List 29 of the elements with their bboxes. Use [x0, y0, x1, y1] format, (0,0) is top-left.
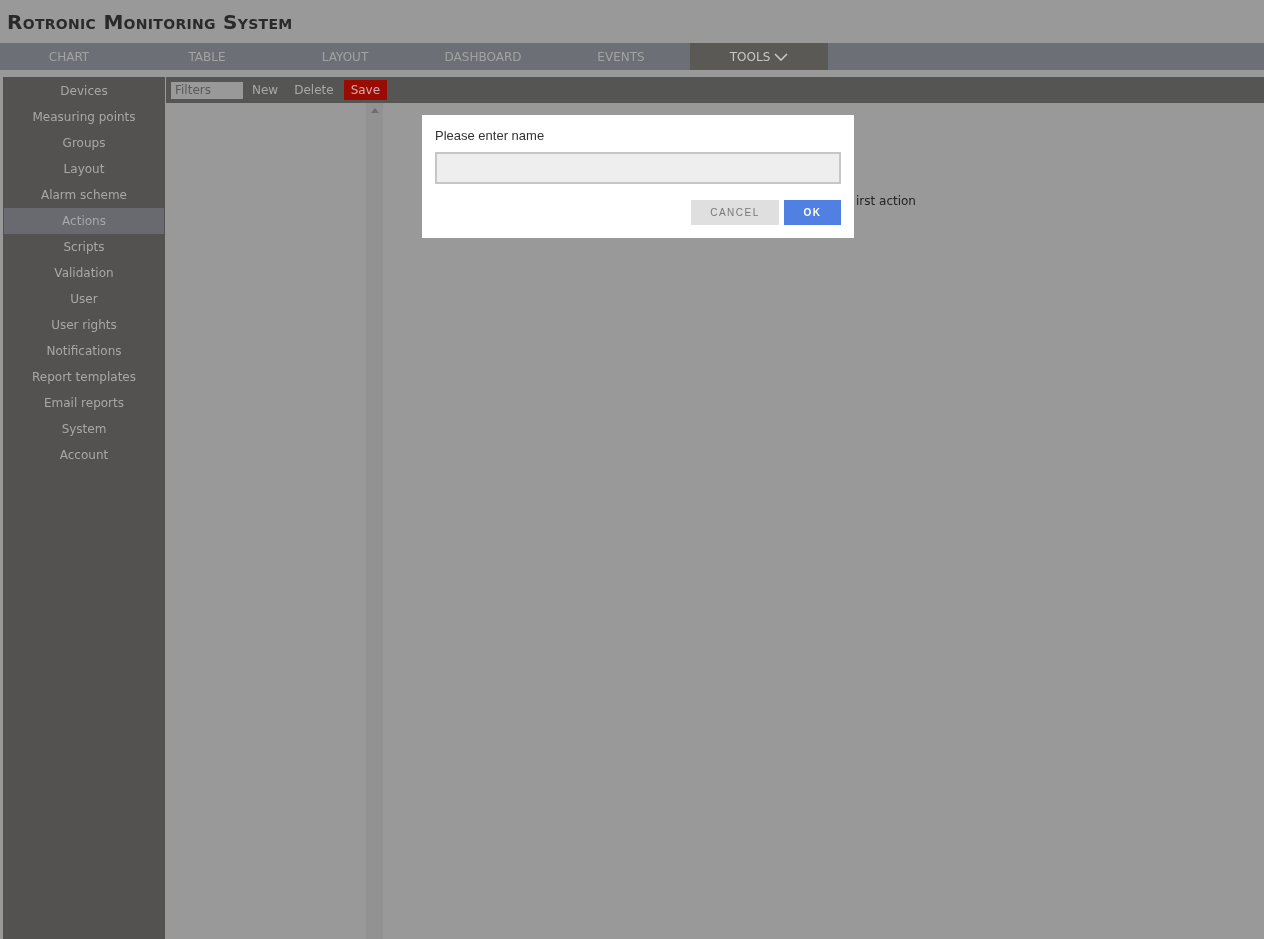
sidebar-item[interactable]: Measuring points [4, 104, 164, 130]
sidebar-item[interactable]: Scripts [4, 234, 164, 260]
sidebar-item[interactable]: User [4, 286, 164, 312]
toolbar-button[interactable]: New [245, 80, 286, 100]
sidebar-item[interactable]: Groups [4, 130, 164, 156]
chevron-down-icon [774, 52, 789, 61]
sidebar-item[interactable]: Account [4, 442, 164, 468]
cancel-button[interactable]: CANCEL [691, 200, 779, 225]
save-button[interactable]: Save [343, 80, 388, 100]
nav-tab[interactable]: TOOLS [690, 43, 828, 70]
dialog-title: Please enter name [435, 128, 545, 143]
empty-hint: irst action [856, 194, 916, 208]
filter-field[interactable]: Filters [171, 81, 243, 99]
scrollbar[interactable] [366, 103, 383, 939]
sidebar-item[interactable]: Report templates [4, 364, 164, 390]
sidebar-item[interactable]: Devices [4, 78, 164, 104]
name-field[interactable] [435, 152, 841, 184]
app-title: Rotronic Monitoring System [7, 9, 293, 34]
sidebar-item[interactable]: Actions [4, 208, 164, 234]
toolbar-button[interactable]: Delete [287, 80, 341, 100]
sidebar-item[interactable]: Layout [4, 156, 164, 182]
sidebar-item[interactable]: User rights [4, 312, 164, 338]
ok-button[interactable]: OK [784, 200, 841, 225]
sidebar-item[interactable]: Validation [4, 260, 164, 286]
sidebar-item[interactable]: Notifications [4, 338, 164, 364]
sidebar-item[interactable]: Email reports [4, 390, 164, 416]
sidebar-item[interactable]: System [4, 416, 164, 442]
scroll-up-icon [370, 108, 379, 113]
sidebar-item[interactable]: Alarm scheme [4, 182, 164, 208]
